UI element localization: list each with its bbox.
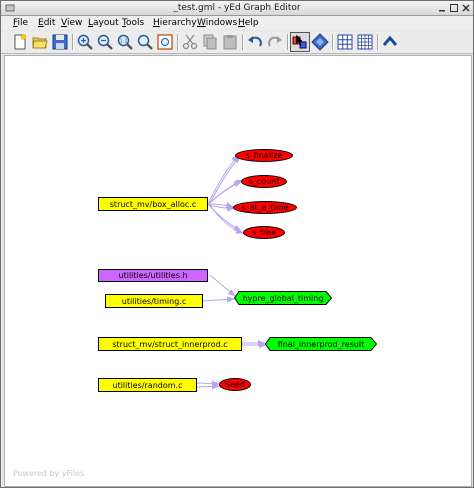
menu-view-rest: iew xyxy=(66,18,83,28)
menu-help-rest: elp xyxy=(244,18,259,28)
node-label: s_at_a_time xyxy=(241,203,289,212)
edge-timing-c-hypre-global-timing xyxy=(202,296,235,303)
node-label: utilities/utilities.h xyxy=(118,271,188,280)
menu-windows-mnemonic: W xyxy=(197,18,206,28)
menu-windows[interactable]: Windows xyxy=(197,16,237,30)
toolbar-separator xyxy=(287,34,289,50)
menu-hierarchy-mnemonic: H xyxy=(153,18,160,28)
layout-icon[interactable] xyxy=(311,33,329,51)
node-s-finalize[interactable]: s_finalize xyxy=(235,149,293,162)
edge-random-c-seed-2 xyxy=(196,383,220,390)
minimize-icon[interactable] xyxy=(437,3,447,13)
edit-mode-icon[interactable] xyxy=(290,32,310,52)
node-label: s_free xyxy=(252,228,276,237)
node-s-count[interactable]: s_count xyxy=(241,175,287,188)
node-s-free[interactable]: s_free xyxy=(243,226,285,239)
node-seed[interactable]: Seed xyxy=(219,378,251,391)
menu-edit[interactable]: Edit xyxy=(38,16,55,30)
graph-edges xyxy=(196,154,267,390)
undo-icon[interactable] xyxy=(246,33,264,51)
node-label: hypre_global_timing xyxy=(242,293,324,303)
node-hypre-global-timing[interactable]: hypre_global_timing xyxy=(234,291,332,305)
open-folder-icon[interactable] xyxy=(31,33,49,51)
window-title: _test.gml - yEd Graph Editor xyxy=(173,3,301,13)
cut-icon[interactable] xyxy=(181,33,199,51)
menu-layout-rest: ayout xyxy=(93,18,119,28)
copy-icon[interactable] xyxy=(201,33,219,51)
node-s-at-a-time[interactable]: s_at_a_time xyxy=(233,201,297,214)
app-window: _test.gml - yEd Graph Editor File Edit V… xyxy=(0,0,474,488)
toolbar-separator xyxy=(332,34,334,50)
graph-canvas[interactable]: struct_mv/box_alloc.c s_finalize s_count… xyxy=(4,55,472,487)
redo-icon[interactable] xyxy=(266,33,284,51)
close-icon[interactable] xyxy=(461,3,471,13)
grid-icon[interactable] xyxy=(336,33,354,51)
zoom-out-icon[interactable] xyxy=(96,33,114,51)
node-label: struct_mv/struct_innerprod.c xyxy=(112,339,228,349)
zoom-area-icon[interactable] xyxy=(136,33,154,51)
menu-hierarchy[interactable]: Hierarchy xyxy=(153,16,197,30)
node-utilities-h[interactable]: utilities/utilities.h xyxy=(98,269,208,282)
menu-edit-rest: dit xyxy=(43,18,56,28)
menu-file[interactable]: File xyxy=(13,16,28,30)
menu-layout[interactable]: Layout xyxy=(88,16,119,30)
node-label: s_finalize xyxy=(245,151,283,160)
title-bar[interactable]: _test.gml - yEd Graph Editor xyxy=(1,1,473,16)
toolbar-separator xyxy=(72,34,74,50)
zoom-fit-icon[interactable]: 1:1 xyxy=(116,33,134,51)
menu-windows-rest: indows xyxy=(205,18,238,28)
up-arrow-icon[interactable] xyxy=(381,33,399,51)
node-label: final_innerprod_result xyxy=(277,339,365,349)
edge-utilities-h-hypre-global-timing xyxy=(209,274,236,297)
edge-random-c-seed xyxy=(196,380,220,387)
toolbar-separator xyxy=(377,34,379,50)
node-label: Seed xyxy=(225,380,245,389)
node-final-innerprod-result[interactable]: final_innerprod_result xyxy=(265,337,377,351)
node-struct-innerprod[interactable]: struct_mv/struct_innerprod.c xyxy=(98,337,242,351)
menu-view[interactable]: View xyxy=(61,16,82,30)
maximize-icon[interactable] xyxy=(449,3,459,13)
toolbar-separator xyxy=(242,34,244,50)
menu-tools-rest: ools xyxy=(125,18,145,28)
edge-box-alloc-s-finalize-2 xyxy=(209,155,241,204)
node-label: s_count xyxy=(248,177,280,186)
zoom-in-icon[interactable] xyxy=(76,33,94,51)
yfiles-watermark: Powered by yFiles xyxy=(13,469,85,478)
menu-bar: File Edit View Layout Tools Hierarchy Wi… xyxy=(1,16,473,30)
node-random-c[interactable]: utilities/random.c xyxy=(98,378,197,392)
node-label: utilities/random.c xyxy=(112,380,183,390)
snap-grid-icon[interactable] xyxy=(356,33,374,51)
edge-box-alloc-s-count-2 xyxy=(209,179,244,204)
node-timing-c[interactable]: utilities/timing.c xyxy=(105,294,203,308)
save-icon[interactable] xyxy=(51,33,69,51)
fit-content-icon[interactable] xyxy=(156,33,174,51)
menu-hierarchy-rest: ierarchy xyxy=(159,18,197,28)
node-label: utilities/timing.c xyxy=(121,296,187,306)
toolbar-separator xyxy=(177,34,179,50)
new-document-icon[interactable] xyxy=(11,33,29,51)
menu-help-mnemonic: H xyxy=(238,18,245,28)
window-menu-icon[interactable] xyxy=(5,3,15,13)
paste-icon[interactable] xyxy=(221,33,239,51)
svg-text:1:1: 1:1 xyxy=(119,39,127,45)
menu-file-rest: ile xyxy=(17,18,29,28)
node-label: struct_mv/box_alloc.c xyxy=(109,199,197,209)
menu-help[interactable]: Help xyxy=(238,16,259,30)
menu-tools[interactable]: Tools xyxy=(122,16,144,30)
toolbar: 1:1 xyxy=(1,31,473,54)
node-box-alloc[interactable]: struct_mv/box_alloc.c xyxy=(98,197,208,211)
